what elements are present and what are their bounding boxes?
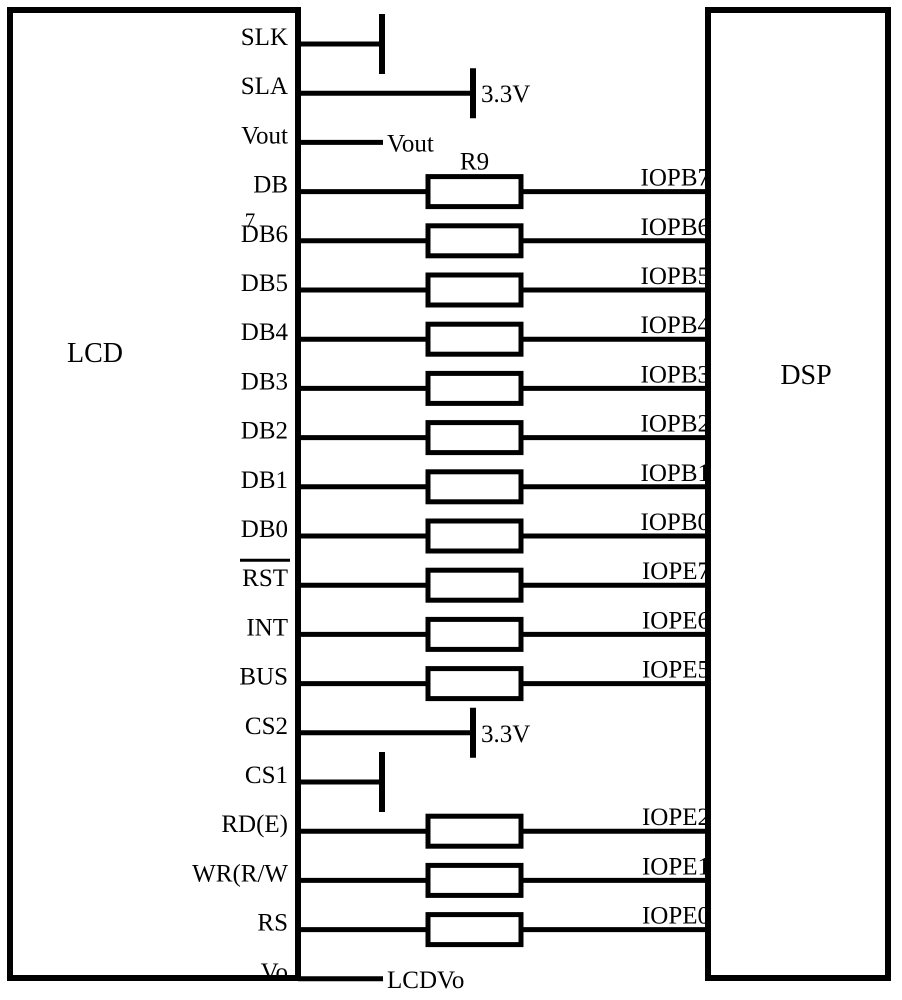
pin-label-SLA: SLA xyxy=(241,73,288,100)
circuit-diagram: LCDDSPSLKSLA 3.3VVout VoutDB7IOPB7DB6 IOPB6… xyxy=(7,7,891,994)
pin-label-DB1: DB1 xyxy=(241,467,288,494)
dsp-pin-label-IOPB4: IOPB4 xyxy=(641,312,711,339)
resistor-IOPE6[interactable] xyxy=(425,616,524,652)
dsp-pin-label-IOPE1: IOPE1 xyxy=(642,853,710,880)
dsp-pin-label-IOPE5: IOPE5 xyxy=(642,657,710,684)
dsp-pin-label-IOPE6: IOPE6 xyxy=(642,607,710,634)
dsp-block[interactable] xyxy=(705,7,891,981)
resistor-IOPB7[interactable] xyxy=(425,174,524,210)
dsp-block-label: DSP xyxy=(780,360,831,391)
pin-label-DB4: DB4 xyxy=(241,319,289,346)
dsp-pin-label-IOPE2: IOPE2 xyxy=(642,804,710,831)
resistor-IOPB6[interactable] xyxy=(425,223,524,259)
resistor-IOPE0[interactable] xyxy=(425,912,524,948)
dsp-pin-label-IOPB2: IOPB2 xyxy=(641,411,710,438)
pin-label-DB5: DB5 xyxy=(241,270,288,297)
pin-label-BUS: BUS xyxy=(239,664,288,691)
pin-label-CS1: CS1 xyxy=(245,762,288,789)
resistor-IOPE7[interactable] xyxy=(425,567,524,603)
resistor-IOPE1[interactable] xyxy=(425,862,524,898)
dsp-pin-label-IOPB0: IOPB0 xyxy=(641,509,710,536)
dsp-pin-label-IOPE0: IOPE0 xyxy=(642,903,710,930)
resistor-IOPB2[interactable] xyxy=(425,420,524,456)
pin-label-DB2: DB2 xyxy=(241,418,288,445)
pin-label-CS2: CS2 xyxy=(245,713,288,740)
schematic-canvas: LCD DSP SLK SLA 3.3V Vout Vout DB 7 IOPB7 DB6 IOPB6… xyxy=(0,0,902,1000)
dsp-pin-label-IOPB5: IOPB5 xyxy=(641,263,710,290)
pin-label-RST: RST xyxy=(242,565,288,592)
pin-label-RDE: RD(E) xyxy=(221,811,288,838)
pin-label-DB6: DB6 xyxy=(241,221,288,248)
pin-label-Vo: Vo xyxy=(261,959,288,986)
resistor-designator-R9: R9 xyxy=(460,149,489,176)
pin-label-RS: RS xyxy=(257,910,288,937)
dsp-pin-label-IOPB3: IOPB3 xyxy=(641,361,710,388)
resistor-IOPE2[interactable] xyxy=(425,813,524,849)
dsp-pin-label-IOPE7: IOPE7 xyxy=(642,558,710,585)
resistor-IOPB4[interactable] xyxy=(425,321,524,357)
pin-label-Vout: Vout xyxy=(241,122,288,149)
resistor-IOPB5[interactable] xyxy=(425,272,524,308)
pin-label-INT: INT xyxy=(246,614,288,641)
lcd-block-label: LCD xyxy=(67,338,123,369)
supply-label-SLA: 3.3V xyxy=(481,81,530,108)
pin-label-WRRW: WR(R/W xyxy=(192,860,288,887)
resistor-IOPB3[interactable] xyxy=(425,370,524,406)
net-label-LCDVo: LCDVo xyxy=(387,967,464,994)
pin-label-DB7: DB xyxy=(253,172,288,199)
resistor-IOPB1[interactable] xyxy=(425,469,524,505)
dsp-pin-label-IOPB1: IOPB1 xyxy=(641,460,710,487)
dsp-pin-label-IOPB6: IOPB6 xyxy=(641,214,710,241)
supply-label-CS2: 3.3V xyxy=(481,721,530,748)
pin-label-SLK: SLK xyxy=(241,24,288,51)
net-label-Vout: Vout xyxy=(387,130,434,157)
resistor-IOPB0[interactable] xyxy=(425,518,524,554)
resistor-IOPE5[interactable] xyxy=(425,666,524,702)
pin-label-DB0: DB0 xyxy=(241,516,288,543)
pin-label-DB3: DB3 xyxy=(241,368,288,395)
dsp-pin-label-IOPB7: IOPB7 xyxy=(641,165,710,192)
